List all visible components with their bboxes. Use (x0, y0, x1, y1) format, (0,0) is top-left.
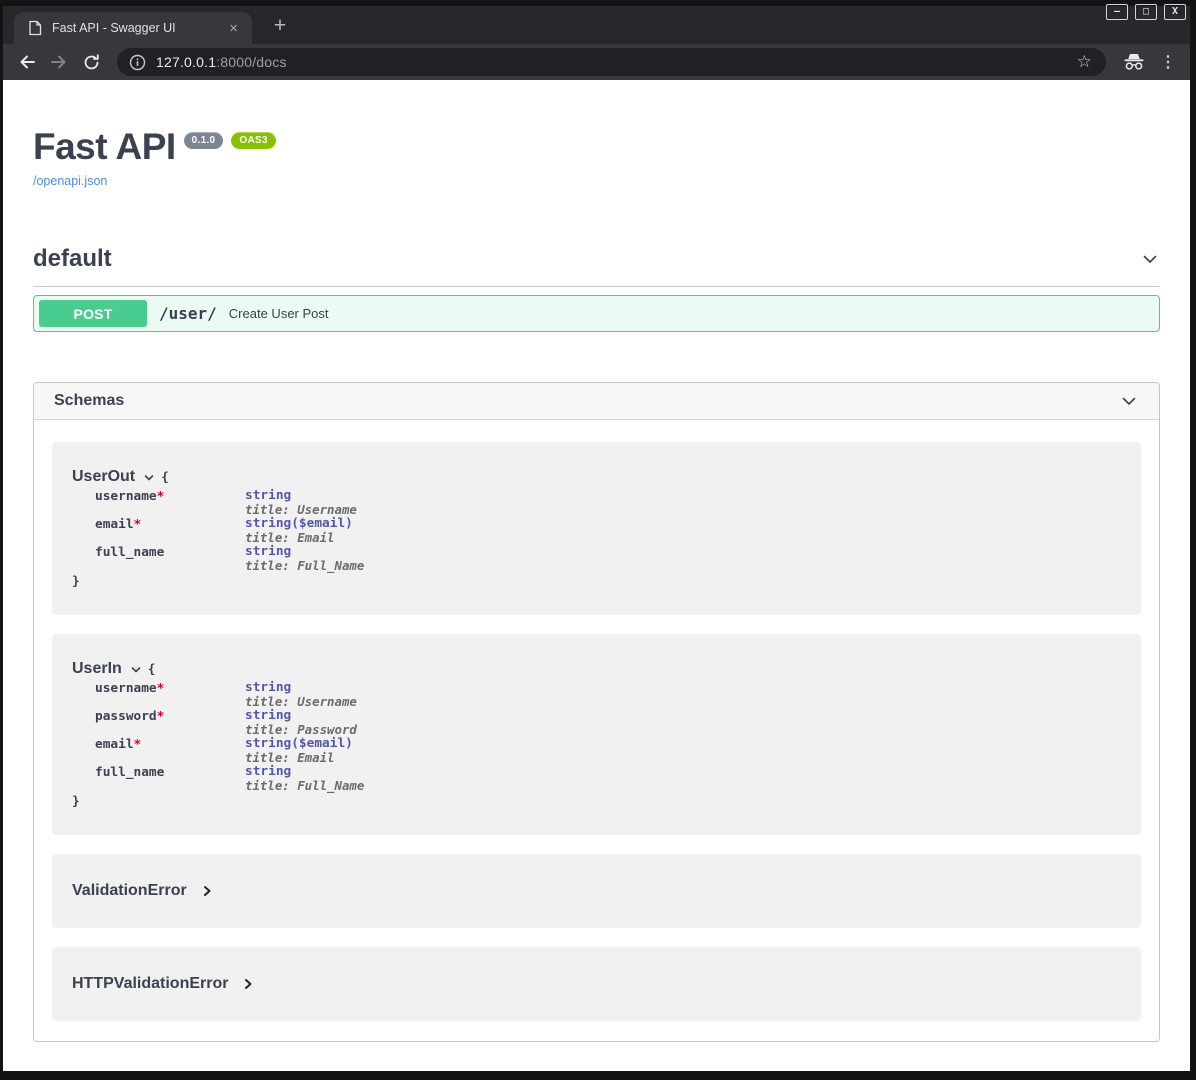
property-title: title: Full_Name (245, 559, 1121, 573)
schemas-body: UserOut { username* (34, 420, 1159, 1041)
default-tag-section: default POST /user/ Create User Post (33, 245, 1160, 332)
property-name: email (95, 737, 134, 752)
chevron-right-icon[interactable] (242, 978, 254, 990)
required-star: * (134, 737, 142, 752)
url-path: :8000/docs (216, 54, 287, 70)
site-info-icon[interactable] (129, 54, 146, 71)
model-validationerror: ValidationError (52, 854, 1141, 928)
property-row: full_name string title: Full_Name (72, 765, 1121, 793)
close-brace: } (72, 794, 1121, 809)
model-userin: UserIn { username* (52, 634, 1141, 835)
forward-icon[interactable] (45, 48, 73, 76)
property-type: string($email) (245, 737, 1121, 751)
property-name: full_name (95, 765, 164, 780)
schemas-header[interactable]: Schemas (34, 383, 1159, 420)
close-brace: } (72, 574, 1121, 589)
property-name: email (95, 517, 134, 532)
property-name: password (95, 709, 157, 724)
property-row: password* string title: Password (72, 709, 1121, 737)
maximize-button[interactable]: □ (1135, 4, 1157, 20)
version-badge: 0.1.0 (184, 132, 224, 149)
model-userout-header[interactable]: UserOut { (72, 468, 1121, 486)
required-star: * (157, 681, 165, 696)
property-row: email* string($email) title: Email (72, 737, 1121, 765)
property-title: title: Email (245, 751, 1121, 765)
model-userout: UserOut { username* (52, 442, 1141, 615)
url-text[interactable]: 127.0.0.1:8000/docs (156, 54, 1073, 70)
chevron-right-icon[interactable] (201, 885, 213, 897)
property-type: string (245, 489, 1121, 503)
default-section-header[interactable]: default (33, 245, 1160, 273)
required-star: * (134, 517, 142, 532)
property-name: username (95, 489, 157, 504)
property-title: title: Password (245, 723, 1121, 737)
reload-icon[interactable] (77, 48, 105, 76)
model-httpvalidationerror: HTTPValidationError (52, 947, 1141, 1021)
property-title: title: Email (245, 531, 1121, 545)
minimize-button[interactable]: – (1106, 4, 1128, 20)
property-type: string (245, 545, 1121, 559)
close-button[interactable]: X (1164, 4, 1186, 20)
open-brace: { (148, 662, 156, 677)
window-controls: – □ X (1106, 4, 1186, 20)
model-name: HTTPValidationError (72, 975, 228, 993)
property-title: title: Username (245, 695, 1121, 709)
property-type: string (245, 709, 1121, 723)
model-name: ValidationError (72, 882, 187, 900)
oas3-badge: OAS3 (231, 132, 275, 149)
endpoint-summary: Create User Post (229, 306, 329, 321)
property-title: title: Full_Name (245, 779, 1121, 793)
url-host: 127.0.0.1 (156, 54, 216, 70)
required-star: * (157, 489, 165, 504)
property-row: email* string($email) title: Email (72, 517, 1121, 545)
bookmark-star-icon[interactable]: ☆ (1073, 52, 1096, 72)
page-icon (28, 20, 42, 36)
browser-menu-icon[interactable]: ⋮ (1152, 52, 1178, 72)
tab-title: Fast API - Swagger UI (52, 21, 225, 35)
tab-close-icon[interactable]: × (225, 21, 242, 36)
property-type: string (245, 681, 1121, 695)
schemas-section: Schemas UserOut (33, 382, 1160, 1042)
incognito-icon (1120, 48, 1148, 76)
tab-strip: Fast API - Swagger UI × + (3, 6, 1190, 44)
browser-toolbar: 127.0.0.1:8000/docs ☆ ⋮ (3, 44, 1190, 80)
schemas-title: Schemas (54, 392, 124, 410)
new-tab-button[interactable]: + (265, 11, 295, 41)
model-name: UserIn (72, 660, 122, 678)
model-properties: username* string title: Username email* … (72, 489, 1121, 573)
property-name: full_name (95, 545, 164, 560)
api-info: Fast API 0.1.0 OAS3 /openapi.json (33, 126, 1160, 188)
openapi-spec-link[interactable]: /openapi.json (33, 174, 1160, 188)
model-validationerror-header[interactable]: ValidationError (72, 880, 1121, 902)
model-properties: username* string title: Username passwor… (72, 681, 1121, 793)
chevron-down-icon[interactable] (143, 472, 155, 484)
post-method-badge[interactable]: POST (39, 300, 147, 327)
chevron-down-icon[interactable] (1119, 391, 1139, 411)
property-title: title: Username (245, 503, 1121, 517)
property-name: username (95, 681, 157, 696)
browser-tab[interactable]: Fast API - Swagger UI × (14, 12, 252, 44)
property-type: string (245, 765, 1121, 779)
address-bar[interactable]: 127.0.0.1:8000/docs ☆ (117, 48, 1106, 76)
property-row: username* string title: Username (72, 489, 1121, 517)
model-httpvalidationerror-header[interactable]: HTTPValidationError (72, 973, 1121, 995)
property-row: full_name string title: Full_Name (72, 545, 1121, 573)
post-user-endpoint[interactable]: POST /user/ Create User Post (33, 295, 1160, 332)
back-icon[interactable] (13, 48, 41, 76)
api-title: Fast API (33, 126, 176, 167)
default-section-title: default (33, 245, 112, 273)
endpoint-path: /user/ (159, 304, 217, 323)
model-name: UserOut (72, 468, 135, 486)
property-type: string($email) (245, 517, 1121, 531)
chevron-down-icon[interactable] (130, 664, 142, 676)
model-userin-header[interactable]: UserIn { (72, 660, 1121, 678)
property-row: username* string title: Username (72, 681, 1121, 709)
open-brace: { (161, 470, 169, 485)
required-star: * (157, 709, 165, 724)
chevron-down-icon[interactable] (1140, 249, 1160, 269)
browser-window: – □ X Fast API - Swagger UI × + (0, 0, 1196, 1080)
page-content: Fast API 0.1.0 OAS3 /openapi.json default … (3, 80, 1190, 1071)
section-divider (33, 286, 1160, 287)
